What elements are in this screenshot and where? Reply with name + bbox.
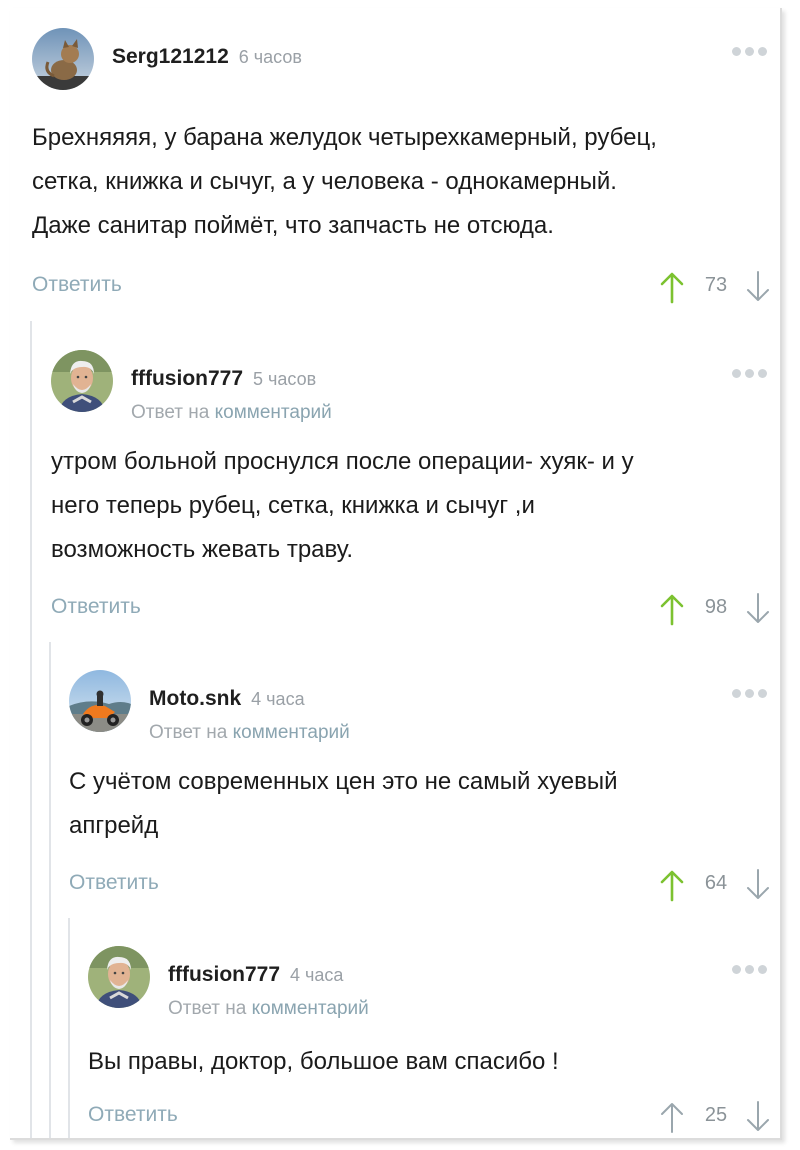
comment: Moto.snk 4 часа Ответ на комментарий С уч…	[69, 670, 769, 910]
comment-text-line: возможность жевать траву.	[51, 536, 354, 563]
thread-line-level-3	[68, 918, 70, 1138]
comment-score: 98	[704, 596, 728, 618]
downvote-arrow-icon[interactable]	[744, 868, 772, 902]
reply-to-text: Ответ на	[131, 402, 210, 423]
comment-header: Moto.snk 4 часа	[149, 687, 305, 711]
reply-to-label: Ответ на комментарий	[131, 402, 332, 424]
reply-button[interactable]: Ответить	[69, 871, 159, 895]
reply-to-comment-link[interactable]: комментарий	[233, 722, 350, 743]
comment-text-line: апгрейд	[69, 812, 159, 839]
old-man-avatar-icon[interactable]	[88, 946, 150, 1008]
reply-to-text: Ответ на	[168, 998, 247, 1019]
comment-time: 5 часов	[253, 369, 317, 389]
comment-text-line: него теперь рубец, сетка, книжка и сычуг…	[51, 492, 535, 519]
comment: Serg121212 6 часов Брехняяяя, у барана же…	[32, 28, 769, 318]
comment-text-line: С учётом современных цен это не самый ху…	[69, 768, 618, 795]
comment-time: 6 часов	[238, 47, 302, 67]
comment-text: С учётом современных цен это не самый ху…	[69, 760, 618, 848]
upvote-arrow-icon[interactable]	[658, 592, 686, 626]
comment-text-line: Вы правы, доктор, большое вам спасибо !	[88, 1048, 559, 1075]
author-name[interactable]: Serg121212	[112, 45, 229, 68]
thread-line-level-2	[49, 642, 51, 1138]
downvote-arrow-icon[interactable]	[744, 592, 772, 626]
comment-score: 73	[704, 274, 728, 296]
more-options-icon[interactable]	[732, 369, 767, 378]
comment-text-line: Брехняяяя, у барана желудок четырехкамер…	[32, 124, 657, 151]
old-man-avatar-icon[interactable]	[51, 350, 113, 412]
reply-button[interactable]: Ответить	[51, 595, 141, 619]
author-name[interactable]: fffusion777	[131, 367, 243, 390]
cat-avatar-icon[interactable]	[32, 28, 94, 90]
reply-to-text: Ответ на	[149, 722, 228, 743]
comment-actions: Ответить 25	[88, 1100, 769, 1134]
comment-score: 25	[704, 1104, 728, 1126]
comments-thread: Serg121212 6 часов Брехняяяя, у барана же…	[10, 8, 782, 1140]
downvote-arrow-icon[interactable]	[744, 1100, 772, 1134]
more-options-icon[interactable]	[732, 689, 767, 698]
comment-text: Брехняяяя, у барана желудок четырехкамер…	[32, 116, 657, 248]
comment: fffusion777 4 часа Ответ на комментарий В…	[88, 946, 769, 1136]
comment-text: утром больной проснулся после операции- …	[51, 440, 634, 572]
comment-text-line: сетка, книжка и сычуг, а у человека - од…	[32, 168, 617, 195]
comment: fffusion777 5 часов Ответ на комментарий …	[51, 350, 769, 640]
upvote-arrow-icon[interactable]	[658, 270, 686, 304]
author-name[interactable]: Moto.snk	[149, 687, 241, 710]
author-name[interactable]: fffusion777	[168, 963, 280, 986]
comment-score: 64	[704, 872, 728, 894]
reply-button[interactable]: Ответить	[32, 273, 122, 297]
more-options-icon[interactable]	[732, 47, 767, 56]
comment-text-line: Даже санитар поймёт, что запчасть не отс…	[32, 212, 554, 239]
downvote-arrow-icon[interactable]	[744, 270, 772, 304]
comment-header: fffusion777 5 часов	[131, 367, 316, 391]
thread-line-level-1	[30, 321, 32, 1138]
reply-to-comment-link[interactable]: комментарий	[215, 402, 332, 423]
comment-header: fffusion777 4 часа	[168, 963, 343, 987]
more-options-icon[interactable]	[732, 965, 767, 974]
comment-actions: Ответить 98	[51, 592, 769, 626]
comment-actions: Ответить 64	[69, 868, 769, 902]
reply-to-label: Ответ на комментарий	[168, 998, 369, 1020]
upvote-arrow-icon[interactable]	[658, 1100, 686, 1134]
comment-text: Вы правы, доктор, большое вам спасибо !	[88, 1040, 559, 1084]
comment-time: 4 часа	[290, 965, 344, 985]
reply-to-label: Ответ на комментарий	[149, 722, 350, 744]
comment-text-line: утром больной проснулся после операции- …	[51, 448, 634, 475]
comment-header: Serg121212 6 часов	[112, 45, 302, 69]
comment-actions: Ответить 73	[32, 270, 769, 304]
reply-to-comment-link[interactable]: комментарий	[252, 998, 369, 1019]
motorcycle-avatar-icon[interactable]	[69, 670, 131, 732]
reply-button[interactable]: Ответить	[88, 1103, 178, 1127]
comment-time: 4 часа	[251, 689, 305, 709]
upvote-arrow-icon[interactable]	[658, 868, 686, 902]
